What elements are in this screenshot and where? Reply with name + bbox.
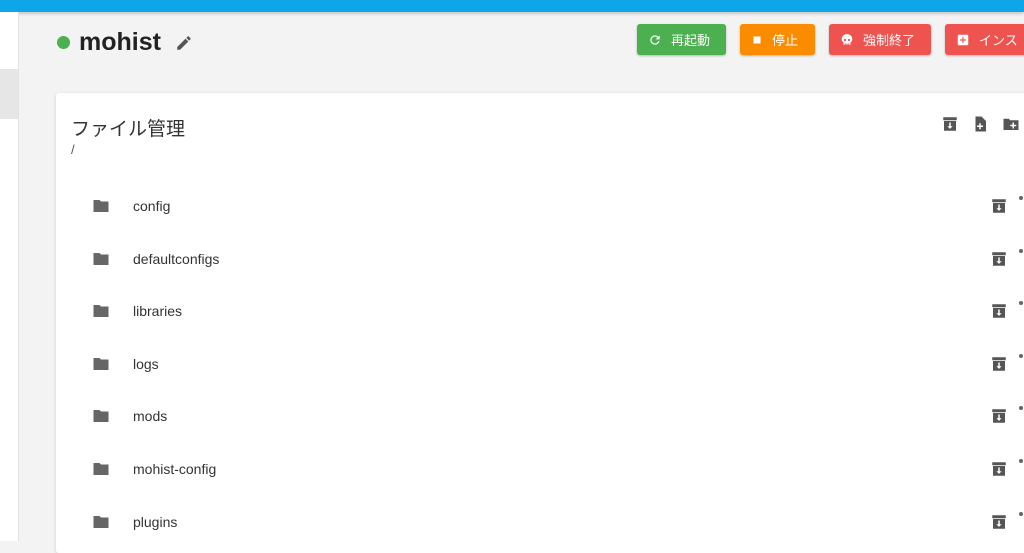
top-app-bar (0, 0, 1024, 12)
folder-icon (92, 303, 110, 324)
file-row[interactable]: config (56, 180, 1024, 233)
archive-icon[interactable] (990, 460, 1008, 483)
status-indicator (57, 36, 70, 49)
file-name: plugins (133, 513, 178, 530)
more-icon[interactable] (1019, 301, 1023, 306)
folder-icon (92, 251, 110, 272)
folder-icon (92, 461, 110, 482)
install-button[interactable]: インス (945, 24, 1024, 55)
file-row[interactable]: mods (56, 390, 1024, 443)
stop-label: 停止 (772, 33, 799, 48)
refresh-icon (648, 33, 662, 47)
file-list: config defaultconfigs libraries logs mod… (56, 180, 1024, 548)
file-row[interactable]: mohist-config (56, 443, 1024, 496)
archive-icon[interactable] (990, 302, 1008, 325)
more-icon[interactable] (1019, 248, 1023, 253)
folder-icon (92, 408, 110, 429)
force-stop-button[interactable]: 強制終了 (829, 24, 931, 55)
sidebar (0, 12, 19, 541)
force-stop-label: 強制終了 (863, 33, 916, 48)
file-name: config (133, 198, 171, 214)
folder-icon (92, 514, 110, 535)
file-name: defaultconfigs (133, 250, 220, 267)
more-icon[interactable] (1019, 353, 1023, 358)
server-header: mohist (57, 28, 193, 57)
archive-icon[interactable] (941, 115, 959, 138)
sidebar-item-selected[interactable] (0, 69, 18, 119)
more-icon[interactable] (1019, 511, 1023, 516)
current-path: / (71, 142, 75, 157)
file-manager-card: ファイル管理 / config defaultconfigs libraries (56, 93, 1024, 553)
new-file-icon[interactable] (971, 115, 989, 138)
stop-button[interactable]: 停止 (740, 24, 815, 55)
file-manager-title: ファイル管理 (71, 119, 186, 140)
new-folder-icon[interactable] (1001, 115, 1021, 138)
skull-icon (840, 33, 854, 47)
file-row[interactable]: plugins (56, 496, 1024, 549)
stop-icon (751, 34, 763, 46)
file-name: logs (133, 355, 159, 372)
server-name: mohist (79, 28, 161, 56)
install-icon (956, 33, 970, 47)
restart-button[interactable]: 再起動 (637, 24, 726, 55)
file-name: mohist-config (133, 460, 217, 477)
file-name: libraries (133, 303, 183, 320)
archive-icon[interactable] (990, 197, 1008, 220)
archive-icon[interactable] (990, 513, 1008, 536)
file-row[interactable]: libraries (56, 285, 1024, 338)
file-row[interactable]: logs (56, 338, 1024, 391)
folder-icon (92, 198, 110, 219)
file-row[interactable]: defaultconfigs (56, 233, 1024, 286)
archive-icon[interactable] (990, 250, 1008, 273)
server-actions: 再起動 停止 強制終了 インス (637, 24, 1024, 55)
archive-icon[interactable] (990, 407, 1008, 430)
file-name: mods (133, 408, 168, 425)
more-icon[interactable] (1019, 406, 1023, 411)
pencil-icon[interactable] (175, 34, 193, 52)
install-label: インス (979, 33, 1018, 48)
folder-icon (92, 356, 110, 377)
file-manager-toolbar (941, 115, 1024, 138)
more-icon[interactable] (1019, 458, 1023, 463)
more-icon[interactable] (1019, 196, 1023, 200)
restart-label: 再起動 (671, 33, 711, 48)
archive-icon[interactable] (990, 355, 1008, 378)
